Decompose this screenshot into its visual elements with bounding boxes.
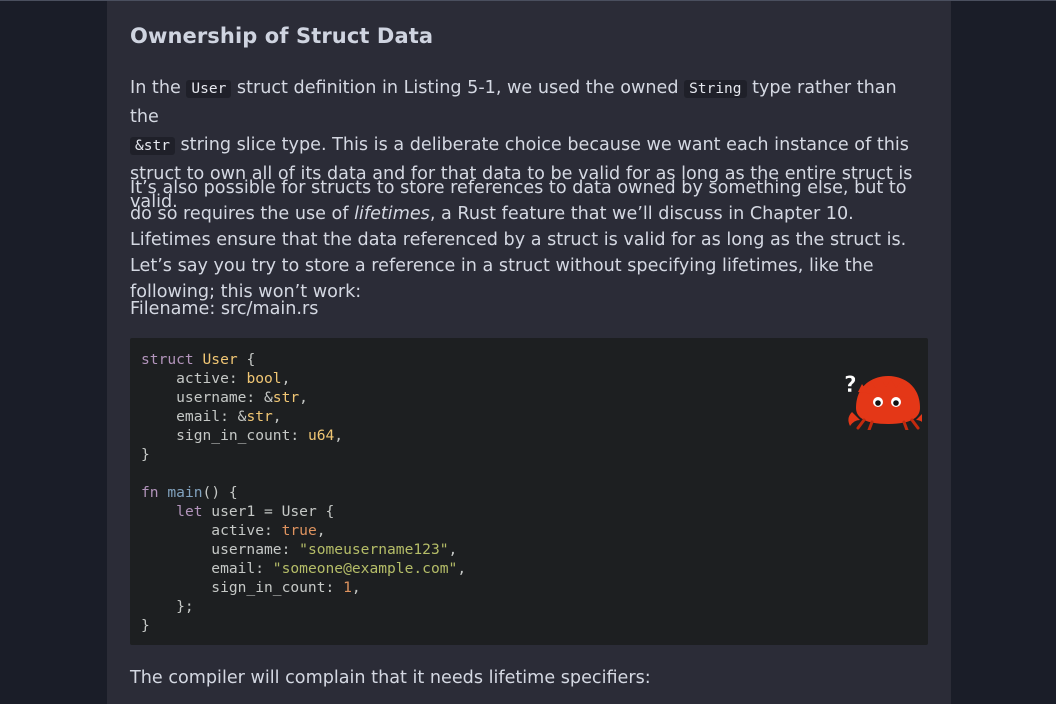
ferris-does-not-compile-icon[interactable]: ? [842,372,922,430]
inline-code-string: String [684,80,747,98]
code-line: username: "someusername123", [141,541,458,558]
lifetimes-emphasis: lifetimes [354,204,430,224]
question-mark-icon: ? [844,373,857,398]
code-line: let user1 = User { [176,503,335,520]
code-line: active: bool, [141,370,291,387]
code-listing: struct User { active: bool, username: &s… [141,350,466,635]
code-line: } [141,446,150,463]
crab-body [848,376,922,430]
code-line: } [141,617,150,634]
code-line: fn main() { [141,484,238,501]
paragraph-compiler: The compiler will complain that it needs… [130,668,651,688]
inline-code-user: User [186,80,232,98]
inline-code-str: &str [130,137,175,155]
code-line: email: &str, [141,408,282,425]
text: struct definition in Listing 5-1, we use… [231,78,685,98]
code-line: }; [141,598,194,615]
section-heading[interactable]: Ownership of Struct Data [130,24,433,48]
code-line: sign_in_count: 1, [141,579,361,596]
code-line: username: &str, [141,389,308,406]
filename-label: Filename: src/main.rs [130,299,319,319]
code-line: active: true, [141,522,326,539]
code-line: sign_in_count: u64, [141,427,344,444]
page-content: Ownership of Struct Data In the User str… [107,1,951,704]
code-line: struct User { [141,351,256,368]
paragraph-references: It’s also possible for structs to store … [130,175,928,305]
text: In the [130,78,187,98]
code-line: email: "someone@example.com", [141,560,467,577]
code-block[interactable]: struct User { active: bool, username: &s… [130,338,928,645]
